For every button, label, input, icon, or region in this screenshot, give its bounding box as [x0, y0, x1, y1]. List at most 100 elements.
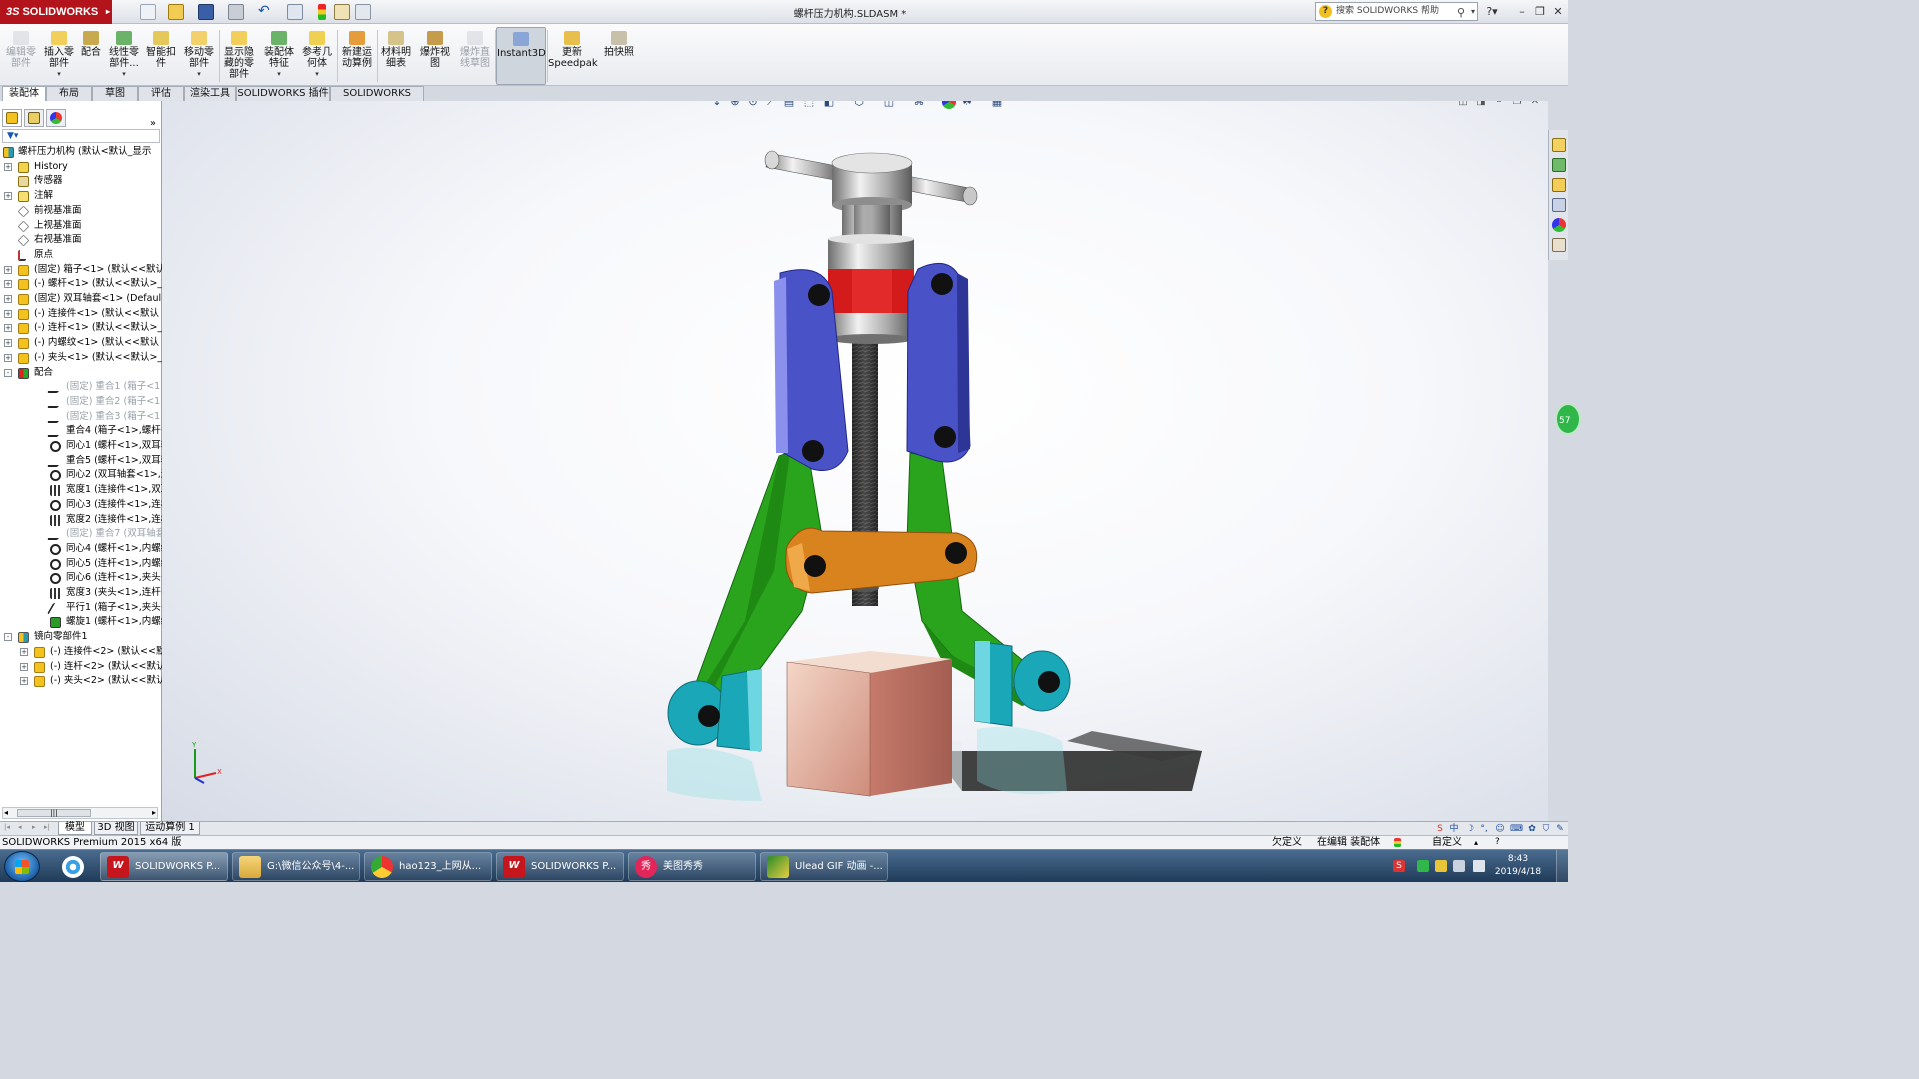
tree-node[interactable]: 重合5 (螺杆<1>,双耳轴套: [0, 454, 162, 469]
box-part[interactable]: [786, 651, 952, 797]
options-icon[interactable]: [355, 4, 371, 20]
sogou-tray-icon[interactable]: S: [1393, 860, 1405, 872]
pinned-app[interactable]: [52, 852, 96, 881]
command-button-12[interactable]: 爆炸直 线草图: [456, 27, 494, 85]
close-icon[interactable]: ✕: [1550, 4, 1566, 20]
tab-1[interactable]: 布局: [46, 86, 92, 101]
tree-node[interactable]: + History: [0, 160, 162, 175]
tree-node[interactable]: + (-) 连接件<2> (默认<<默: [0, 645, 162, 660]
tree-node[interactable]: + (-) 夹头<1> (默认<<默认>_: [0, 351, 162, 366]
bottom-tab-2[interactable]: 运动算例 1: [140, 822, 200, 835]
search-icon[interactable]: ⚲: [1457, 4, 1465, 21]
command-button-0[interactable]: 编辑零 部件: [2, 27, 40, 85]
tree-node[interactable]: 宽度2 (连接件<1>,连杆<: [0, 513, 162, 528]
tab-3[interactable]: 评估: [138, 86, 184, 101]
security-tray-icon[interactable]: [1417, 860, 1429, 872]
tree-node[interactable]: (固定) 重合7 (双耳轴套<: [0, 527, 162, 542]
chevron-down-icon[interactable]: ▾: [40, 69, 78, 80]
bottom-tab-1[interactable]: 3D 视图: [94, 822, 138, 835]
print-icon[interactable]: [228, 4, 244, 20]
tree-node[interactable]: + (-) 夹头<2> (默认<<默认: [0, 674, 162, 689]
help-status-icon[interactable]: ?: [1495, 836, 1500, 849]
tree-node[interactable]: 宽度3 (夹头<1>,连杆<1: [0, 586, 162, 601]
ime-tshirt-icon[interactable]: ⛉: [1540, 823, 1552, 835]
new-file-icon[interactable]: [140, 4, 156, 20]
scroll-left-icon[interactable]: ◂: [4, 808, 8, 817]
select-pointer-icon[interactable]: [287, 4, 303, 20]
chevron-down-icon[interactable]: ▾: [298, 69, 336, 80]
expand-icon[interactable]: +: [20, 647, 28, 656]
tree-node[interactable]: 螺旋1 (螺杆<1>,内螺纹<: [0, 615, 162, 630]
collar-stack[interactable]: [828, 234, 914, 344]
taskbar-app-0[interactable]: W SOLIDWORKS P...: [100, 852, 228, 881]
taskbar-app-2[interactable]: hao123_上网从...: [364, 852, 492, 881]
tree-node[interactable]: + (-) 连接件<1> (默认<<默认: [0, 307, 162, 322]
expand-icon[interactable]: +: [4, 295, 12, 303]
command-button-5[interactable]: 移动零 部件 ▾: [180, 27, 218, 85]
t-handle[interactable]: [764, 150, 978, 239]
ime-emoji-icon[interactable]: ☺: [1494, 823, 1506, 835]
tree-node[interactable]: 同心1 (螺杆<1>,双耳轴套: [0, 439, 162, 454]
tree-node[interactable]: + (固定) 双耳轴套<1> (Defaul: [0, 292, 162, 307]
expand-icon[interactable]: +: [4, 353, 12, 362]
show-desktop-button[interactable]: [1556, 850, 1568, 883]
tree-node[interactable]: + (-) 连杆<2> (默认<<默认: [0, 660, 162, 675]
expand-icon[interactable]: +: [4, 324, 12, 333]
undo-icon[interactable]: ↶: [258, 4, 274, 20]
collapse-icon[interactable]: -: [4, 368, 12, 377]
tree-node[interactable]: - 镜向零部件1: [0, 630, 162, 645]
bottom-tab-0[interactable]: 模型: [58, 822, 92, 835]
minimize-icon[interactable]: –: [1514, 4, 1530, 20]
tree-node[interactable]: 同心2 (双耳轴套<1>,连接: [0, 468, 162, 483]
ime-punct-icon[interactable]: °,: [1478, 823, 1490, 835]
scrollbar-thumb[interactable]: |||: [17, 809, 91, 817]
expand-icon[interactable]: +: [4, 280, 12, 289]
units-dropdown-icon[interactable]: ▴: [1474, 836, 1478, 849]
tree-node[interactable]: (固定) 重合2 (箱子<1>,上: [0, 395, 162, 410]
tab-6[interactable]: SOLIDWORKS MBD: [330, 86, 424, 113]
tree-root[interactable]: 螺杆压力机构 (默认<默认_显示: [0, 145, 162, 160]
tree-node[interactable]: 同心3 (连接件<1>,连杆<: [0, 498, 162, 513]
status-custom-units[interactable]: 自定义: [1432, 836, 1462, 849]
ime-keyboard-icon[interactable]: ⌨: [1510, 823, 1523, 835]
file-explorer-icon[interactable]: [1552, 178, 1566, 192]
chevron-right-icon[interactable]: »: [150, 118, 156, 129]
shield-tray-icon[interactable]: [1435, 860, 1447, 872]
next-tab-icon[interactable]: ▸: [32, 823, 42, 833]
restore-icon[interactable]: ❐: [1532, 4, 1548, 20]
command-button-4[interactable]: 智能扣 件: [142, 27, 180, 85]
expand-icon[interactable]: +: [4, 309, 12, 318]
solidworks-menu-button[interactable]: 3S SOLIDWORKS ▸: [0, 0, 112, 24]
tree-node[interactable]: + 注解: [0, 189, 162, 204]
panel-horizontal-scrollbar[interactable]: ◂ ||| ▸: [2, 807, 158, 819]
tab-display-manager[interactable]: [46, 109, 66, 127]
tab-0[interactable]: 装配体: [2, 86, 46, 101]
collapse-icon[interactable]: -: [4, 633, 12, 642]
tree-node[interactable]: 同心6 (连杆<1>,夹头<1>: [0, 571, 162, 586]
tree-node[interactable]: 重合4 (箱子<1>,螺杆<1: [0, 424, 162, 439]
ime-moon-icon[interactable]: ☽: [1464, 823, 1476, 835]
help-icon[interactable]: ?▾: [1484, 4, 1500, 20]
rebuild-icon[interactable]: [318, 4, 326, 20]
command-button-9[interactable]: 新建运 动算例: [338, 27, 376, 85]
chevron-down-icon[interactable]: ▾: [260, 69, 298, 80]
taskbar-app-3[interactable]: W SOLIDWORKS P...: [496, 852, 624, 881]
command-button-8[interactable]: 参考几 何体 ▾: [298, 27, 336, 85]
chevron-down-icon[interactable]: ▾: [180, 69, 218, 80]
expand-icon[interactable]: +: [20, 662, 28, 671]
sogou-icon[interactable]: S: [1434, 823, 1446, 835]
appearances-icon[interactable]: [1552, 218, 1566, 232]
chevron-down-icon[interactable]: ▾: [106, 69, 142, 80]
jaw-right[interactable]: [974, 640, 1071, 727]
view-palette-icon[interactable]: [1552, 198, 1566, 212]
taskbar-app-1[interactable]: G:\微信公众号\4-...: [232, 852, 360, 881]
ime-tools-icon[interactable]: ✎: [1554, 823, 1566, 835]
save-icon[interactable]: [198, 4, 214, 20]
tree-node[interactable]: (固定) 重合1 (箱子<1>,前: [0, 380, 162, 395]
tree-filter[interactable]: ▼▾: [2, 129, 160, 143]
ime-skin-icon[interactable]: ✿: [1526, 823, 1538, 835]
expand-icon[interactable]: +: [4, 162, 12, 171]
tree-node[interactable]: 平行1 (箱子<1>,夹头<1>: [0, 601, 162, 616]
start-button[interactable]: [4, 851, 40, 882]
command-button-1[interactable]: 插入零 部件 ▾: [40, 27, 78, 85]
